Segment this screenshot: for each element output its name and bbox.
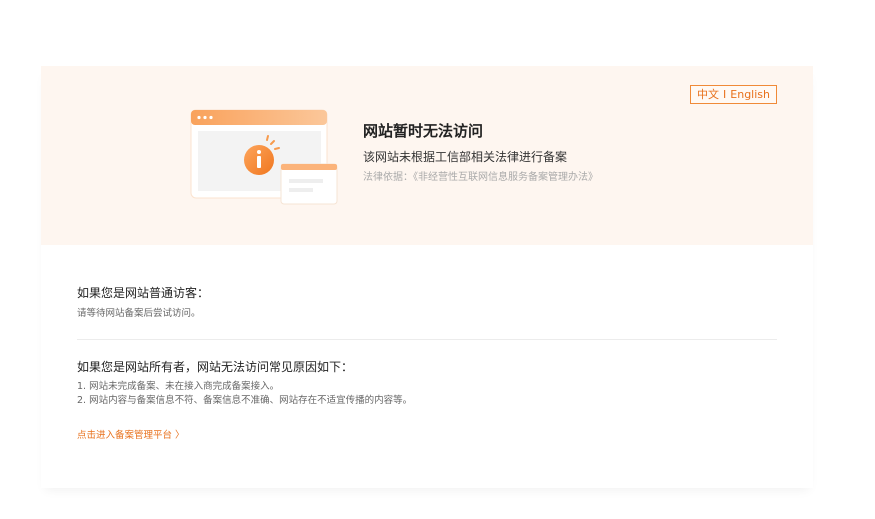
browser-window-illustration	[190, 109, 338, 205]
visitor-section-title: 如果您是网站普通访客：	[77, 286, 210, 300]
visitor-section-text: 请等待网站备案后尝试访问。	[77, 308, 201, 319]
page-subtitle: 该网站未根据工信部相关法律进行备案	[363, 150, 568, 164]
language-switch: 中文 I English	[690, 85, 777, 104]
notice-card: 中文 I English 网站暂时无法访问 该网站未根据工信部相关法律进行备案 …	[41, 66, 813, 488]
notice-banner: 中文 I English 网站暂时无法访问 该网站未根据工信部相关法律进行备案 …	[41, 66, 813, 245]
lang-english-link[interactable]: English	[730, 88, 770, 101]
reason-list: 1. 网站未完成备案、未在接入商完成备案接入。 2. 网站内容与备案信息不符、备…	[77, 380, 412, 408]
reason-item: 2. 网站内容与备案信息不符、备案信息不准确、网站存在不适宜传播的内容等。	[77, 395, 413, 406]
reason-item: 1. 网站未完成备案、未在接入商完成备案接入。	[77, 381, 280, 392]
filing-platform-link[interactable]: 点击进入备案管理平台 〉	[77, 429, 185, 443]
page-title: 网站暂时无法访问	[363, 122, 484, 140]
owner-section-title: 如果您是网站所有者，网站无法访问常见原因如下：	[77, 360, 354, 374]
section-divider	[77, 339, 777, 340]
legal-basis-text: 法律依据：《非经营性互联网信息服务备案管理办法》	[363, 172, 598, 183]
lang-separator: I	[723, 88, 727, 101]
lang-chinese-link[interactable]: 中文	[697, 88, 719, 101]
